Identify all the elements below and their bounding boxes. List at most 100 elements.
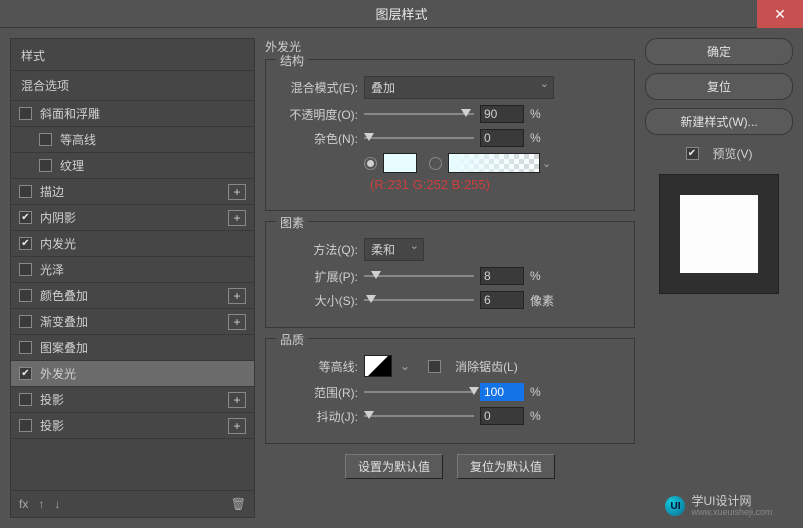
- structure-group: 结构 混合模式(E): 叠加 不透明度(O): % 杂色(N): %: [265, 59, 635, 211]
- style-item-contour[interactable]: 等高线: [11, 127, 254, 153]
- gradient-swatch[interactable]: [448, 153, 540, 173]
- ok-button[interactable]: 确定: [645, 38, 793, 65]
- action-panel: 确定 复位 新建样式(W)... 预览(V) UI 学UI设计网 www.xue…: [645, 38, 793, 518]
- checkbox[interactable]: [19, 419, 32, 432]
- new-style-button[interactable]: 新建样式(W)...: [645, 108, 793, 135]
- style-item-bevel[interactable]: 斜面和浮雕: [11, 101, 254, 127]
- contour-label: 等高线:: [278, 358, 358, 375]
- noise-input[interactable]: [480, 129, 524, 147]
- default-buttons: 设置为默认值 复位为默认值: [265, 454, 635, 479]
- group-label: 结构: [276, 52, 308, 69]
- size-slider[interactable]: [364, 293, 474, 307]
- add-instance-button[interactable]: +: [228, 314, 246, 330]
- unit-label: %: [530, 131, 558, 145]
- antialias-label: 消除锯齿(L): [455, 358, 518, 375]
- style-item-outer-glow[interactable]: 外发光: [11, 361, 254, 387]
- range-input[interactable]: [480, 383, 524, 401]
- blend-mode-select[interactable]: 叠加: [364, 76, 554, 99]
- technique-label: 方法(Q):: [278, 241, 358, 258]
- style-item-stroke[interactable]: 描边+: [11, 179, 254, 205]
- section-title: 外发光: [265, 38, 635, 55]
- solid-color-radio[interactable]: [364, 157, 377, 170]
- style-item-inner-glow[interactable]: 内发光: [11, 231, 254, 257]
- reset-default-button[interactable]: 复位为默认值: [457, 454, 555, 479]
- spread-label: 扩展(P):: [278, 268, 358, 285]
- size-label: 大小(S):: [278, 292, 358, 309]
- blend-options-header[interactable]: 混合选项: [11, 70, 254, 101]
- checkbox[interactable]: [39, 133, 52, 146]
- elements-group: 图素 方法(Q): 柔和 扩展(P): % 大小(S): 像素: [265, 221, 635, 328]
- style-item-texture[interactable]: 纹理: [11, 153, 254, 179]
- style-item-drop-shadow-2[interactable]: 投影+: [11, 413, 254, 439]
- jitter-label: 抖动(J):: [278, 408, 358, 425]
- jitter-slider[interactable]: [364, 409, 474, 423]
- add-instance-button[interactable]: +: [228, 210, 246, 226]
- opacity-input[interactable]: [480, 105, 524, 123]
- unit-label: %: [530, 409, 558, 423]
- color-annotation: (R:231 G:252 B:255): [370, 177, 490, 192]
- preview-toggle[interactable]: 预览(V): [645, 145, 793, 162]
- blend-mode-label: 混合模式(E):: [278, 79, 358, 96]
- checkbox[interactable]: [19, 289, 32, 302]
- style-item-inner-shadow[interactable]: 内阴影+: [11, 205, 254, 231]
- group-label: 图素: [276, 214, 308, 231]
- close-button[interactable]: ✕: [757, 0, 803, 28]
- checkbox[interactable]: [19, 341, 32, 354]
- checkbox[interactable]: [39, 159, 52, 172]
- trash-icon[interactable]: 🗑: [231, 497, 246, 511]
- checkbox[interactable]: [19, 107, 32, 120]
- chevron-down-icon[interactable]: ⌄: [400, 359, 410, 373]
- style-item-pattern-overlay[interactable]: 图案叠加: [11, 335, 254, 361]
- spread-slider[interactable]: [364, 269, 474, 283]
- style-item-satin[interactable]: 光泽: [11, 257, 254, 283]
- range-label: 范围(R):: [278, 384, 358, 401]
- logo-icon: UI: [665, 496, 685, 516]
- noise-label: 杂色(N):: [278, 130, 358, 147]
- size-input[interactable]: [480, 291, 524, 309]
- styles-panel: 样式 混合选项 斜面和浮雕 等高线 纹理 描边+ 内阴影+ 内发光 光泽 颜色叠…: [10, 38, 255, 518]
- checkbox[interactable]: [19, 315, 32, 328]
- spread-input[interactable]: [480, 267, 524, 285]
- technique-select[interactable]: 柔和: [364, 238, 424, 261]
- preview-label: 预览(V): [713, 145, 753, 162]
- move-up-icon[interactable]: ↑: [38, 497, 44, 511]
- fx-menu-button[interactable]: fx: [19, 497, 28, 511]
- add-instance-button[interactable]: +: [228, 288, 246, 304]
- checkbox[interactable]: [19, 237, 32, 250]
- checkbox[interactable]: [19, 211, 32, 224]
- preview-checkbox[interactable]: [686, 147, 699, 160]
- reset-button[interactable]: 复位: [645, 73, 793, 100]
- styles-header[interactable]: 样式: [11, 39, 254, 70]
- quality-group: 品质 等高线: ⌄ 消除锯齿(L) 范围(R): % 抖动(J):: [265, 338, 635, 444]
- color-swatch[interactable]: [383, 153, 417, 173]
- checkbox[interactable]: [19, 393, 32, 406]
- noise-slider[interactable]: [364, 131, 474, 145]
- antialias-checkbox[interactable]: [428, 360, 441, 373]
- style-item-drop-shadow[interactable]: 投影+: [11, 387, 254, 413]
- style-item-gradient-overlay[interactable]: 渐变叠加+: [11, 309, 254, 335]
- jitter-input[interactable]: [480, 407, 524, 425]
- opacity-slider[interactable]: [364, 107, 474, 121]
- add-instance-button[interactable]: +: [228, 392, 246, 408]
- window-title: 图层样式: [375, 4, 427, 23]
- checkbox[interactable]: [19, 263, 32, 276]
- unit-label: 像素: [530, 292, 558, 309]
- set-default-button[interactable]: 设置为默认值: [345, 454, 443, 479]
- layer-style-dialog: 图层样式 ✕ 样式 混合选项 斜面和浮雕 等高线 纹理 描边+ 内阴影+ 内发光…: [0, 0, 803, 528]
- gradient-radio[interactable]: [429, 157, 442, 170]
- add-instance-button[interactable]: +: [228, 184, 246, 200]
- opacity-label: 不透明度(O):: [278, 106, 358, 123]
- checkbox[interactable]: [19, 185, 32, 198]
- chevron-down-icon[interactable]: ⌄: [542, 157, 551, 170]
- watermark-logo: UI 学UI设计网 www.xueuisheji.com: [645, 495, 793, 518]
- logo-subtext: www.xueuisheji.com: [691, 508, 772, 518]
- range-slider[interactable]: [364, 385, 474, 399]
- contour-picker[interactable]: [364, 355, 392, 377]
- style-item-color-overlay[interactable]: 颜色叠加+: [11, 283, 254, 309]
- checkbox[interactable]: [19, 367, 32, 380]
- move-down-icon[interactable]: ↓: [54, 497, 60, 511]
- group-label: 品质: [276, 331, 308, 348]
- add-instance-button[interactable]: +: [228, 418, 246, 434]
- preview-box: [659, 174, 779, 294]
- styles-footer: fx ↑ ↓ 🗑: [11, 490, 254, 517]
